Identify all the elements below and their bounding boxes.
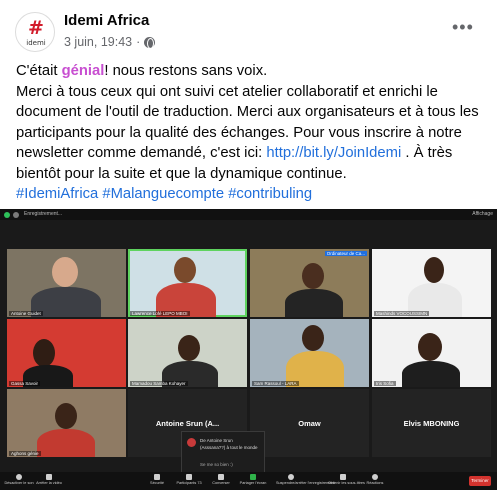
- more-options-button[interactable]: •••: [452, 18, 474, 36]
- participant-face: [55, 403, 77, 429]
- meta-separator: ·: [136, 35, 141, 49]
- post-meta: 3 juin, 19:43 ·: [64, 35, 156, 49]
- share-screen-button[interactable]: Partager l'écran: [238, 474, 268, 485]
- microphone-icon: [16, 474, 22, 480]
- control-label: Obtenir les sous-titres: [328, 481, 365, 485]
- participant-face: [33, 339, 55, 367]
- participant-name: Gassa Savoir: [9, 381, 41, 386]
- post-text-part: C'était: [16, 63, 62, 79]
- notification-sender: De Antoine Srun: [200, 438, 233, 443]
- recording-button[interactable]: Suspendre/arrêter l'enregistrement: [276, 474, 335, 485]
- avatar-brand-label: idemi: [26, 39, 46, 47]
- participant-face: [302, 325, 324, 351]
- chat-icon: [218, 474, 224, 480]
- post-body: Merci à tous ceux qui ont suivi cet atel…: [16, 82, 486, 185]
- participant-face: [302, 263, 324, 289]
- page-avatar[interactable]: # idemi: [15, 12, 55, 52]
- zoom-top-title: Enregistrement...: [24, 211, 63, 217]
- mute-button[interactable]: Désactiver le son: [4, 474, 34, 485]
- participant-face: [178, 335, 200, 361]
- shield-icon: [154, 474, 160, 480]
- captions-icon: [340, 474, 346, 480]
- zoom-screenshot: Enregistrement... Affichage Antoine Guid…: [0, 209, 497, 490]
- participant-name: Mashinds VOCOUSSIMN: [374, 311, 430, 316]
- participant-name: Sam Rassoul - LARA: [252, 381, 299, 386]
- control-label: Arrêter la vidéo: [36, 481, 62, 485]
- zoom-controls-bar: Désactiver le son Arrêter la vidéo Sécur…: [0, 472, 497, 490]
- stop-video-button[interactable]: Arrêter la vidéo: [34, 474, 64, 485]
- recording-dot-icon: [4, 212, 10, 218]
- participant-face: [52, 257, 78, 287]
- security-button[interactable]: Sécurité: [142, 474, 172, 485]
- participant-body: [37, 429, 95, 457]
- notification-recipient: (Asssana??) à tout le monde: [200, 445, 258, 450]
- post-header: # idemi Idemi Africa 3 juin, 19:43 · •••: [0, 0, 497, 60]
- participant-name: Ordinateur de Ca...: [324, 251, 367, 256]
- post-line-1: C'était génial! nous restons sans voix.: [16, 61, 486, 82]
- participant-big-name: Antoine Srun (A...: [155, 419, 220, 428]
- participant-big-name: Elvis MBONING: [403, 419, 460, 428]
- participant-name: Iris Sofia: [374, 381, 396, 386]
- zoom-top-bar: Enregistrement... Affichage: [0, 209, 497, 220]
- participant-face: [424, 257, 444, 283]
- participant-name: Aghons génie: [9, 451, 41, 456]
- record-icon: [288, 474, 294, 480]
- control-label: Converser: [212, 481, 230, 485]
- video-tile[interactable]: Mashinds VOCOUSSIMN: [372, 249, 491, 317]
- status-dot-icon: [13, 212, 19, 218]
- notification-message: Se me so bien :): [200, 462, 233, 467]
- control-label: Suspendre/arrêter l'enregistrement: [276, 481, 335, 485]
- idemi-logo-icon: #: [28, 17, 44, 39]
- newsletter-link[interactable]: http://bit.ly/JoinIdemi: [266, 145, 401, 161]
- participant-big-name: Omaw: [298, 419, 321, 428]
- video-tile[interactable]: Elvis MBONING: [372, 389, 491, 457]
- participant-name: Antoine Guidet: [9, 311, 43, 316]
- participants-button[interactable]: Participants 73: [174, 474, 204, 485]
- control-label: Partager l'écran: [239, 481, 267, 485]
- participant-body: [285, 289, 343, 317]
- video-tile[interactable]: Iris Sofia: [372, 319, 491, 387]
- video-tile[interactable]: Aghons génie: [7, 389, 126, 457]
- post-text-part: ! nous restons sans voix.: [104, 63, 268, 79]
- post-date[interactable]: 3 juin, 19:43: [64, 35, 132, 49]
- smiley-icon: [372, 474, 378, 480]
- participant-name: Lawrence Lofé LEPO MBOI: [130, 311, 190, 316]
- video-tile[interactable]: Ordinateur de Ca...: [250, 249, 369, 317]
- video-tile[interactable]: Antoine Guidet: [7, 249, 126, 317]
- zoom-view-label[interactable]: Affichage: [472, 211, 493, 217]
- control-label: Participants 73: [176, 481, 202, 485]
- video-tile[interactable]: Gassa Savoir: [7, 319, 126, 387]
- video-tile[interactable]: Lawrence Lofé LEPO MBOI: [128, 249, 247, 317]
- post-text: C'était génial! nous restons sans voix. …: [16, 61, 486, 205]
- participant-name: Mamadou Samba Kohayer: [130, 381, 188, 386]
- sender-avatar-icon: [187, 438, 196, 447]
- people-icon: [186, 474, 192, 480]
- participant-face: [418, 333, 442, 361]
- control-label: Désactiver le son: [4, 481, 34, 485]
- participant-face: [174, 257, 196, 283]
- chat-button[interactable]: Converser: [206, 474, 236, 485]
- captions-button[interactable]: Obtenir les sous-titres: [328, 474, 365, 485]
- post-highlight: génial: [61, 63, 105, 79]
- control-label: Sécurité: [150, 481, 164, 485]
- reactions-button[interactable]: Réactions: [360, 474, 390, 485]
- participant-body: [402, 361, 460, 387]
- video-tile[interactable]: Mamadou Samba Kohayer: [128, 319, 247, 387]
- post-hashtags[interactable]: #IdemiAfrica #Malanguecompte #contribuli…: [16, 184, 486, 205]
- control-label: Réactions: [366, 481, 384, 485]
- video-tile[interactable]: Omaw: [250, 389, 369, 457]
- video-tile[interactable]: Sam Rassoul - LARA: [250, 319, 369, 387]
- page-name[interactable]: Idemi Africa: [64, 12, 149, 29]
- camera-icon: [46, 474, 52, 480]
- end-meeting-button[interactable]: Terminer: [469, 476, 491, 486]
- share-screen-icon: [250, 474, 256, 480]
- globe-icon: [144, 36, 156, 49]
